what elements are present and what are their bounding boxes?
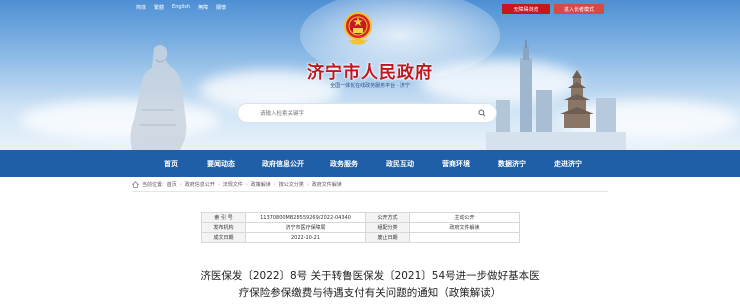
utility-links: 简体 繁體 English 無障 關懷: [136, 4, 226, 11]
nav-item-news[interactable]: 要闻动态: [192, 150, 250, 177]
breadcrumb-gov-info[interactable]: 政府信息公开: [185, 181, 215, 188]
link-traditional[interactable]: 繁體: [154, 4, 164, 11]
nav-item-home[interactable]: 首页: [150, 150, 192, 177]
site-subtitle: 全国一体化在线政务服务平台 · 济宁: [330, 83, 410, 89]
meta-value-publisher: 济宁市医疗保障局: [245, 222, 366, 233]
meta-key-date: 成文日期: [201, 232, 246, 243]
link-english[interactable]: English: [172, 4, 190, 11]
confucius-statue-image: [130, 45, 187, 150]
national-emblem-icon: [344, 12, 372, 45]
home-icon: [132, 181, 139, 188]
breadcrumb-divider: [132, 191, 608, 192]
header-banner: 简体 繁體 English 無障 關懷 无障碍浏览 进入长者模式 济宁市人民政府…: [0, 0, 740, 150]
city-skyline-image: [486, 40, 626, 150]
breadcrumb-policy-interp[interactable]: 政策解读: [251, 181, 271, 188]
table-row: 发布机构 济宁市医疗保障局 组配分类 政府文件解读: [201, 222, 520, 233]
meta-key-expiry: 废止日期: [365, 232, 410, 243]
document-meta-table: 索 引 号 11370800MB28559269/2022-04340 公开方式…: [201, 212, 520, 243]
table-row: 成文日期 2022-10-21 废止日期: [201, 232, 520, 243]
breadcrumb: 当前位置: 首页 › 政府信息公开 › 法规文件 › 政策解读 › 按公文分类 …: [132, 181, 342, 188]
link-simplified[interactable]: 简体: [136, 4, 146, 11]
meta-key-category: 组配分类: [365, 222, 410, 233]
search-input[interactable]: 请输入检索关键字: [237, 103, 497, 123]
elder-mode-button[interactable]: 进入长者模式: [554, 4, 604, 14]
search-placeholder: 请输入检索关键字: [260, 111, 305, 117]
main-nav: 首页 要闻动态 政府信息公开 政务服务 政民互动 营商环境 数据济宁 走进济宁: [0, 150, 740, 177]
search-icon[interactable]: [478, 109, 486, 117]
meta-value-disclosure: 主动公开: [409, 212, 520, 223]
meta-value-category: 政府文件解读: [409, 222, 520, 233]
meta-key-index: 索 引 号: [201, 212, 246, 223]
table-row: 索 引 号 11370800MB28559269/2022-04340 公开方式…: [201, 212, 520, 223]
meta-value-expiry: [409, 232, 520, 243]
nav-item-interaction[interactable]: 政民互动: [372, 150, 428, 177]
breadcrumb-current[interactable]: 政府文件解读: [312, 181, 342, 188]
link-care[interactable]: 關懷: [216, 4, 226, 11]
breadcrumb-regulations[interactable]: 法规文件: [223, 181, 243, 188]
nav-item-business-env[interactable]: 营商环境: [428, 150, 484, 177]
link-barrier-free[interactable]: 無障: [198, 4, 208, 11]
nav-item-gov-info[interactable]: 政府信息公开: [250, 150, 316, 177]
document-title-line2: 疗保险参保缴费与待遇支付有关问题的通知（政策解读）: [238, 287, 502, 299]
meta-key-publisher: 发布机构: [201, 222, 246, 233]
site-title: 济宁市人民政府: [307, 63, 433, 83]
document-title: 济医保发〔2022〕8号 关于转鲁医保发〔2021〕54号进一步做好基本医 疗保…: [180, 268, 560, 302]
meta-value-date: 2022-10-21: [245, 232, 366, 243]
meta-value-index: 11370800MB28559269/2022-04340: [245, 212, 366, 223]
nav-item-about[interactable]: 走进济宁: [540, 150, 596, 177]
breadcrumb-label: 当前位置:: [142, 182, 164, 188]
breadcrumb-by-category[interactable]: 按公文分类: [279, 181, 304, 188]
meta-key-disclosure: 公开方式: [365, 212, 410, 223]
document-title-line1: 济医保发〔2022〕8号 关于转鲁医保发〔2021〕54号进一步做好基本医: [200, 270, 540, 282]
breadcrumb-home[interactable]: 首页: [167, 181, 177, 188]
nav-item-services[interactable]: 政务服务: [316, 150, 372, 177]
nav-item-data[interactable]: 数据济宁: [484, 150, 540, 177]
accessible-browse-button[interactable]: 无障碍浏览: [502, 4, 550, 14]
